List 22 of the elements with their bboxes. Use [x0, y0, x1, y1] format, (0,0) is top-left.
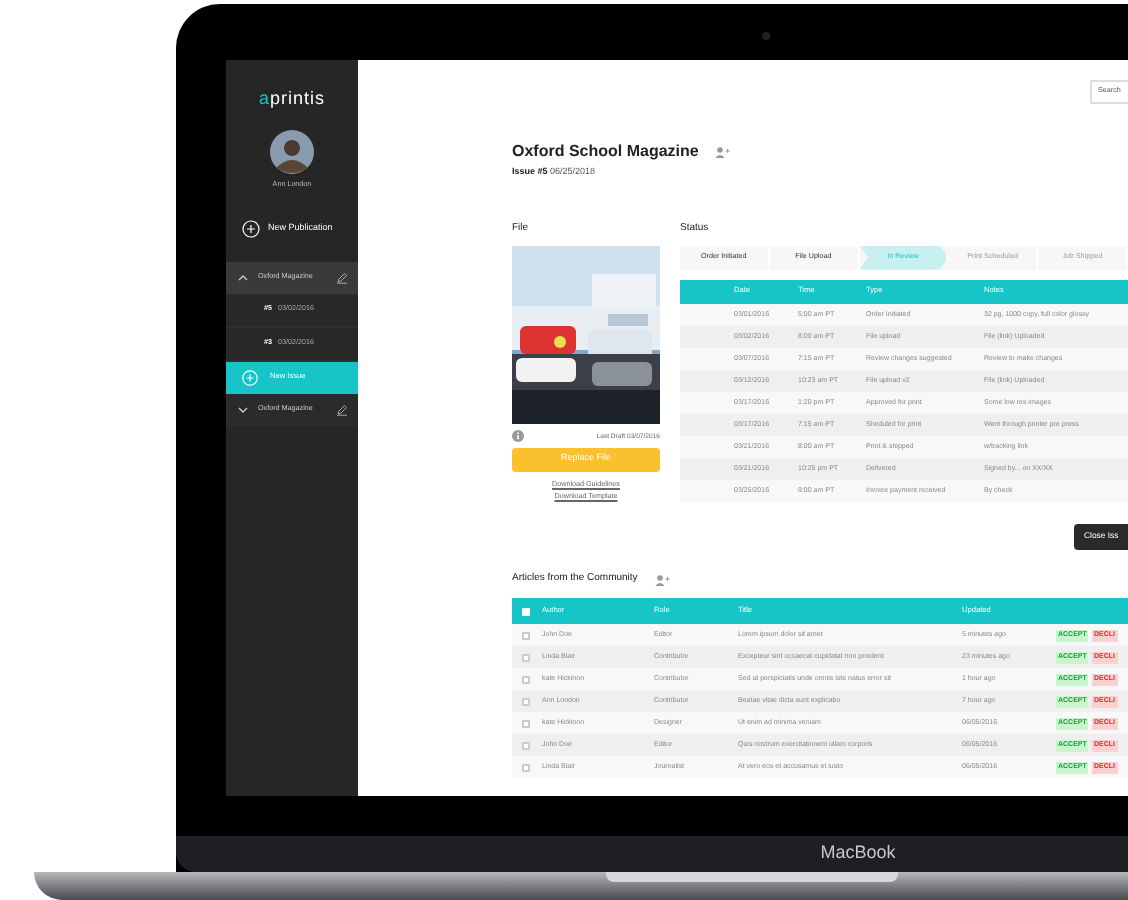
logo: aprintis	[256, 86, 328, 112]
checkbox[interactable]	[522, 675, 530, 684]
checkbox[interactable]	[522, 763, 530, 772]
info-icon	[512, 430, 524, 443]
edit-icon	[336, 271, 348, 284]
chevron-icon	[238, 405, 248, 414]
edit-icon	[336, 403, 348, 416]
checkbox[interactable]	[522, 631, 530, 640]
checkbox[interactable]	[522, 719, 530, 728]
device-label: MacBook	[820, 840, 896, 867]
plus-icon	[242, 219, 260, 238]
add-user-icon	[714, 146, 731, 158]
checkbox[interactable]	[522, 653, 530, 662]
add-user-icon	[653, 573, 670, 585]
checkbox[interactable]	[522, 741, 530, 750]
checkbox[interactable]	[522, 607, 530, 616]
avatar	[270, 129, 314, 173]
plus-icon	[242, 369, 258, 386]
checkbox[interactable]	[522, 697, 530, 706]
camera-icon	[762, 32, 770, 40]
publication-title: Oxford School Magazine	[512, 140, 699, 164]
chevron-icon	[238, 273, 248, 282]
